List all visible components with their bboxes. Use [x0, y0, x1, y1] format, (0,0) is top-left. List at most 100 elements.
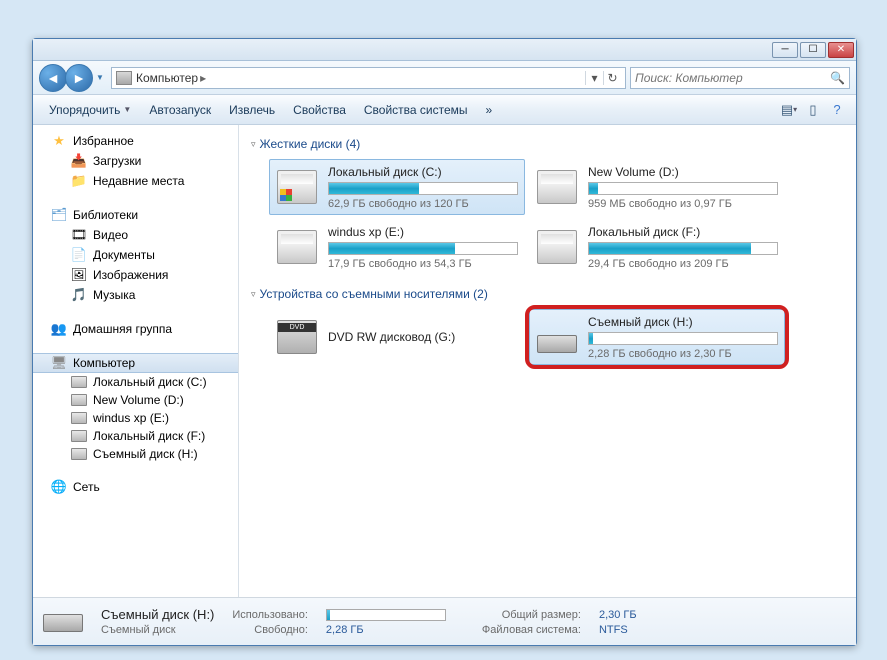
drive-icon: [71, 376, 87, 388]
libraries-label: Библиотеки: [73, 208, 138, 222]
video-icon: 🎞: [71, 227, 87, 243]
nav-history-dropdown[interactable]: ▼: [93, 69, 107, 87]
toolbar: Упорядочить▼ Автозапуск Извлечь Свойства…: [33, 95, 856, 125]
drive-name: Локальный диск (C:): [328, 165, 518, 179]
hdd-icon: [537, 230, 577, 264]
maximize-button[interactable]: ☐: [800, 42, 826, 58]
drive-free-text: 2,28 ГБ свободно из 2,30 ГБ: [588, 348, 778, 360]
usb-drive-icon: [537, 335, 577, 353]
capacity-bar: [588, 332, 778, 345]
minimize-button[interactable]: ─: [772, 42, 798, 58]
sidebar-item-drive-e[interactable]: windus xp (E:): [33, 409, 238, 427]
section-title: Жесткие диски (4): [260, 137, 361, 151]
network-label: Сеть: [73, 480, 100, 494]
status-used-label: Использовано:: [232, 609, 308, 621]
refresh-button[interactable]: ↻: [603, 71, 621, 85]
preview-pane-button[interactable]: ▯: [802, 99, 824, 121]
homegroup-icon: 👥: [51, 321, 67, 337]
status-subtitle: Съемный диск: [101, 624, 214, 636]
system-properties-button[interactable]: Свойства системы: [356, 99, 476, 121]
drive-h-removable[interactable]: Съемный диск (H:) 2,28 ГБ свободно из 2,…: [529, 309, 785, 365]
drive-free-text: 959 МБ свободно из 0,97 ГБ: [588, 198, 778, 210]
drive-name: New Volume (D:): [588, 165, 778, 179]
view-mode-button[interactable]: ▤▾: [778, 99, 800, 121]
pictures-icon: 🖼: [71, 267, 87, 283]
eject-button[interactable]: Извлечь: [221, 99, 283, 121]
sidebar-item-label: Недавние места: [93, 174, 184, 188]
sidebar-item-label: Документы: [93, 248, 155, 262]
drive-c[interactable]: Локальный диск (C:) 62,9 ГБ свободно из …: [269, 159, 525, 215]
address-location: Компьютер: [136, 71, 198, 85]
search-input[interactable]: [635, 71, 830, 85]
favorites-group[interactable]: ★ Избранное: [33, 131, 238, 151]
sidebar-item-drive-d[interactable]: New Volume (D:): [33, 391, 238, 409]
drive-name: DVD RW дисковод (G:): [328, 330, 518, 344]
removable-section[interactable]: ▿ Устройства со съемными носителями (2): [251, 287, 844, 301]
sidebar-item-music[interactable]: 🎵Музыка: [33, 285, 238, 305]
network-icon: 🌐: [51, 479, 67, 495]
hdd-icon: [277, 230, 317, 264]
hdd-icon: [537, 170, 577, 204]
navigation-pane: ★ Избранное 📥Загрузки 📁 Недавние места 🗂Би…: [33, 125, 239, 597]
favorites-label: Избранное: [73, 134, 134, 148]
network-group[interactable]: 🌐 Сеть: [33, 477, 238, 497]
drive-icon: [71, 412, 87, 424]
computer-label: Компьютер: [73, 356, 135, 370]
computer-icon: [116, 71, 132, 85]
address-dropdown[interactable]: ▾: [585, 71, 603, 85]
search-bar[interactable]: 🔍: [630, 67, 850, 89]
titlebar: ─ ☐ ✕: [33, 39, 856, 61]
sidebar-item-label: windus xp (E:): [93, 411, 169, 425]
help-button[interactable]: ?: [826, 99, 848, 121]
back-button[interactable]: ◄: [39, 64, 67, 92]
close-button[interactable]: ✕: [828, 42, 854, 58]
drive-g-dvd[interactable]: DVD RW дисковод (G:): [269, 309, 525, 365]
search-icon[interactable]: 🔍: [830, 71, 845, 85]
star-icon: ★: [51, 133, 67, 149]
sidebar-item-label: Локальный диск (C:): [93, 375, 207, 389]
address-bar[interactable]: Компьютер ▸ ▾ ↻: [111, 67, 626, 89]
sidebar-item-computer[interactable]: 🖥 Компьютер: [33, 353, 238, 373]
status-drive-icon: [43, 604, 87, 640]
sidebar-item-label: New Volume (D:): [93, 393, 184, 407]
homegroup[interactable]: 👥 Домашняя группа: [33, 319, 238, 339]
properties-button[interactable]: Свойства: [285, 99, 354, 121]
computer-icon: 🖥: [51, 355, 67, 371]
nav-arrows: ◄ ► ▼: [39, 64, 107, 92]
recent-icon: 📁: [71, 173, 87, 189]
autorun-button[interactable]: Автозапуск: [141, 99, 219, 121]
body: ★ Избранное 📥Загрузки 📁 Недавние места 🗂Би…: [33, 125, 856, 597]
sidebar-item-drive-c[interactable]: Локальный диск (C:): [33, 373, 238, 391]
forward-button[interactable]: ►: [65, 64, 93, 92]
hdd-icon: [277, 170, 317, 204]
navigation-bar: ◄ ► ▼ Компьютер ▸ ▾ ↻ 🔍: [33, 61, 856, 95]
sidebar-item-downloads[interactable]: 📥Загрузки: [33, 151, 238, 171]
breadcrumb-arrow-icon[interactable]: ▸: [200, 71, 206, 85]
organize-label: Упорядочить: [49, 103, 120, 117]
drive-e[interactable]: windus xp (E:) 17,9 ГБ свободно из 54,3 …: [269, 219, 525, 275]
organize-menu[interactable]: Упорядочить▼: [41, 99, 139, 121]
drive-name: Локальный диск (F:): [588, 225, 778, 239]
documents-icon: 📄: [71, 247, 87, 263]
dvd-icon: [277, 320, 317, 354]
sidebar-item-label: Локальный диск (F:): [93, 429, 205, 443]
sidebar-item-label: Загрузки: [93, 154, 141, 168]
sidebar-item-documents[interactable]: 📄 Документы: [33, 245, 238, 265]
libraries-group[interactable]: 🗂Библиотеки: [33, 205, 238, 225]
drive-d[interactable]: New Volume (D:) 959 МБ свободно из 0,97 …: [529, 159, 785, 215]
sidebar-item-recent[interactable]: 📁 Недавние места: [33, 171, 238, 191]
sidebar-item-pictures[interactable]: 🖼Изображения: [33, 265, 238, 285]
section-title: Устройства со съемными носителями (2): [260, 287, 488, 301]
sidebar-item-label: Съемный диск (H:): [93, 447, 198, 461]
hard-drives-section[interactable]: ▿Жесткие диски (4): [251, 137, 844, 151]
sidebar-item-drive-h[interactable]: Съемный диск (H:): [33, 445, 238, 463]
sidebar-item-drive-f[interactable]: Локальный диск (F:): [33, 427, 238, 445]
collapse-arrow-icon: ▿: [251, 289, 256, 300]
drive-f[interactable]: Локальный диск (F:) 29,4 ГБ свободно из …: [529, 219, 785, 275]
sidebar-item-video[interactable]: 🎞Видео: [33, 225, 238, 245]
drive-icon: [71, 394, 87, 406]
toolbar-more[interactable]: »: [478, 99, 501, 121]
homegroup-label: Домашняя группа: [73, 322, 172, 336]
drive-free-text: 17,9 ГБ свободно из 54,3 ГБ: [328, 258, 518, 270]
content-pane: ▿Жесткие диски (4) Локальный диск (C:) 6…: [239, 125, 856, 597]
